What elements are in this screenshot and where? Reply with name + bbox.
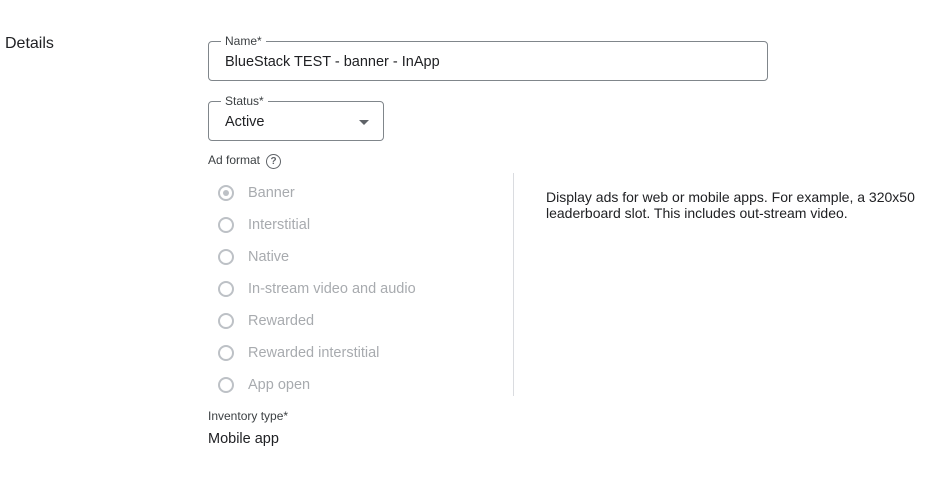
radio-button-icon[interactable] <box>218 377 234 393</box>
radio-label: Banner <box>248 185 295 201</box>
status-select[interactable]: Status* Active <box>208 93 384 141</box>
radio-option-in-stream-video[interactable]: In-stream video and audio <box>218 279 416 299</box>
radio-label: Native <box>248 249 290 265</box>
radio-label: Rewarded interstitial <box>248 345 380 361</box>
radio-label: Interstitial <box>248 217 311 233</box>
radio-button-checked-icon[interactable] <box>218 185 234 201</box>
status-field-label: Status* <box>221 93 268 109</box>
radio-option-rewarded-interstitial[interactable]: Rewarded interstitial <box>218 343 379 363</box>
inventory-type-value: Mobile app <box>208 431 279 447</box>
caret-down-icon[interactable] <box>359 120 369 125</box>
ad-format-label-text: Ad format <box>208 153 261 167</box>
radio-option-banner[interactable]: Banner <box>218 183 295 203</box>
radio-label: App open <box>248 377 311 393</box>
ad-format-description: Display ads for web or mobile apps. For … <box>546 189 915 221</box>
vertical-divider <box>513 173 514 396</box>
radio-option-rewarded[interactable]: Rewarded <box>218 311 314 331</box>
radio-option-interstitial[interactable]: Interstitial <box>218 215 310 235</box>
name-field-label: Name* <box>221 33 266 49</box>
inventory-type-label: Inventory type* <box>208 409 289 423</box>
radio-label: Rewarded <box>248 313 315 329</box>
radio-button-icon[interactable] <box>218 249 234 265</box>
name-field-value[interactable]: BlueStack TEST - banner - InApp <box>225 53 440 71</box>
radio-button-icon[interactable] <box>218 313 234 329</box>
radio-button-icon[interactable] <box>218 281 234 297</box>
radio-label: In-stream video and audio <box>248 281 416 297</box>
radio-button-icon[interactable] <box>218 217 234 233</box>
radio-button-icon[interactable] <box>218 345 234 361</box>
section-title-details: Details <box>5 35 54 52</box>
name-field[interactable]: Name* BlueStack TEST - banner - InApp <box>208 33 768 81</box>
status-field-value[interactable]: Active <box>225 113 265 131</box>
help-circle-icon[interactable]: ? <box>266 153 282 169</box>
radio-option-app-open[interactable]: App open <box>218 375 310 395</box>
radio-option-native[interactable]: Native <box>218 247 289 267</box>
ad-format-label: Ad format ? <box>208 152 282 169</box>
